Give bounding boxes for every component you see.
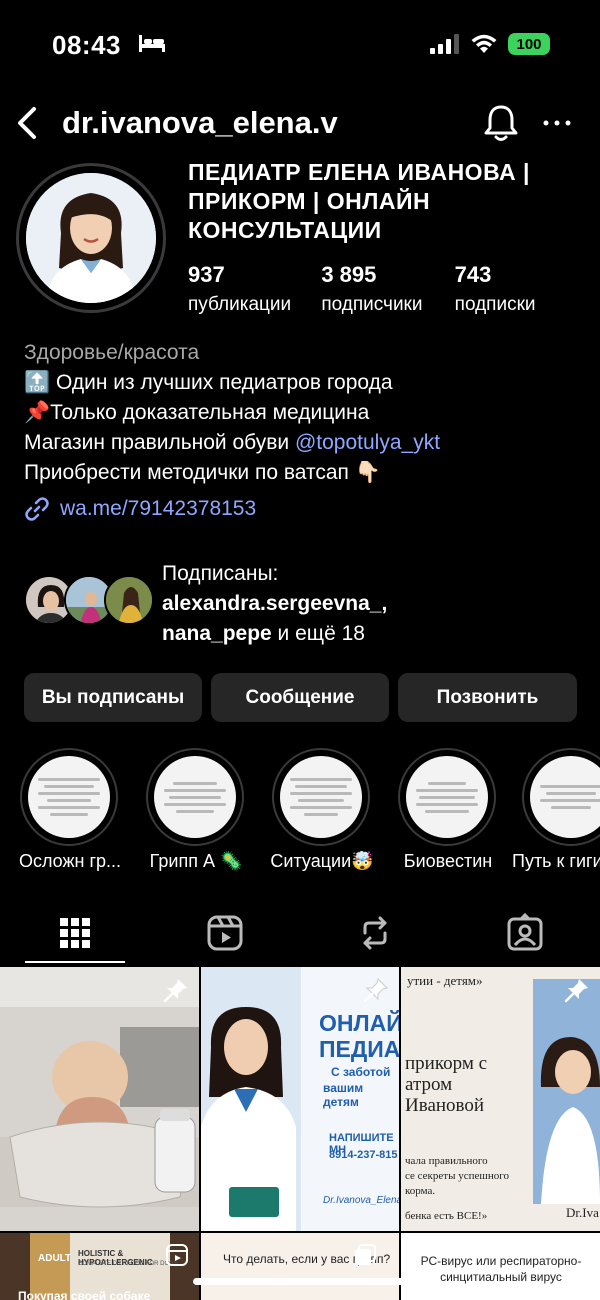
- status-time: 08:43: [52, 30, 121, 60]
- bio-line-shop: Магазин правильной обуви @topotulya_ykt: [24, 428, 594, 458]
- post-line: Покупая своей собаке: [18, 1289, 151, 1300]
- followed-by-prefix: Подписаны:: [162, 562, 279, 585]
- highlight-item[interactable]: Биовестин: [398, 748, 498, 871]
- bell-icon[interactable]: [483, 103, 519, 143]
- post-caption: РС-вирус или респираторно-синцитиальный …: [420, 1254, 582, 1284]
- post-line: утии - детям»: [407, 973, 483, 988]
- highlight-label: Ситуации🤯: [270, 851, 374, 871]
- battery-indicator: 100: [508, 33, 550, 55]
- wifi-icon: [471, 34, 497, 53]
- post-line: Ивановой: [405, 1095, 485, 1116]
- profile-stats: 937 публикации 3 895 подписчики 743 подп…: [188, 262, 588, 316]
- stat-following-value: 743: [454, 262, 492, 287]
- stat-posts-value: 937: [188, 262, 225, 287]
- repost-icon[interactable]: [355, 913, 395, 953]
- post-title: ОНЛАЙН ПЕДИАТ: [319, 1010, 399, 1062]
- highlight-item[interactable]: Грипп А 🦠: [146, 748, 246, 871]
- followed-by[interactable]: Подписаны: alexandra.sergeevna_, nana_pe…: [24, 557, 594, 647]
- followed-by-suffix: и ещё 18: [271, 622, 365, 645]
- profile-actions: Вы подписаны Сообщение Позвонить: [24, 673, 578, 722]
- pinned-icon: [163, 979, 187, 1003]
- stat-following[interactable]: 743 подписки: [455, 262, 588, 316]
- bio-line: 📌Только доказательная медицина: [24, 401, 370, 424]
- bio-line: Приобрести методички по ватсап 👇🏻: [24, 461, 381, 484]
- highlight-cover: [272, 748, 370, 846]
- post-line: корма.: [405, 1185, 436, 1197]
- highlight-item[interactable]: Ситуации🤯: [270, 748, 374, 871]
- active-tab-indicator: [25, 961, 125, 963]
- sleep-mode-icon: [139, 35, 165, 52]
- pinned-icon: [363, 978, 388, 1003]
- more-options-icon[interactable]: [540, 103, 574, 143]
- link-icon: [25, 497, 49, 521]
- avatar-photo: [26, 173, 156, 303]
- profile-username: dr.ivanova_elena.v: [62, 105, 338, 140]
- post-line: COMPLETE DRY FOOD FOR DOGS: [78, 1261, 178, 1267]
- highlight-label: Биовестин: [403, 851, 493, 871]
- back-arrow-icon[interactable]: [12, 105, 42, 141]
- stat-followers[interactable]: 3 895 подписчики: [321, 262, 454, 316]
- post-line: Dr.Ivanova_Elena.: [323, 1195, 399, 1206]
- post-thumbnail[interactable]: утии - детям» прикорм с атром Ивановой ч…: [401, 967, 600, 1231]
- bio-line-text: Магазин правильной обуви: [24, 431, 295, 454]
- pinned-icon: [564, 979, 588, 1003]
- profile-category: Здоровье/красота: [24, 341, 200, 364]
- followed-by-text: Подписаны: alexandra.sergeevna_, nana_pe…: [162, 559, 387, 649]
- reel-icon: [166, 1244, 188, 1266]
- highlight-cover: [522, 748, 600, 846]
- followed-by-names-2: nana_pepe: [162, 622, 272, 645]
- highlight-label: Грипп А 🦠: [149, 851, 243, 871]
- following-button[interactable]: Вы подписаны: [24, 673, 202, 722]
- post-line: С заботой: [331, 1065, 391, 1079]
- reels-icon[interactable]: [205, 913, 245, 953]
- status-bar: 08:43 100: [0, 0, 600, 90]
- profile-link-text[interactable]: wa.me/79142378153: [60, 497, 256, 521]
- grid-icon[interactable]: [55, 913, 95, 953]
- followed-by-names: alexandra.sergeevna_,: [162, 592, 388, 615]
- post-line: чала правильного: [405, 1155, 488, 1167]
- profile-link[interactable]: wa.me/79142378153: [24, 496, 256, 522]
- profile-tabs: [0, 905, 600, 965]
- stat-posts[interactable]: 937 публикации: [188, 262, 321, 316]
- follower-avatar: [104, 575, 154, 625]
- bio-mention-link[interactable]: @topotulya_ykt: [295, 431, 440, 454]
- highlight-label: Осложн гр...: [18, 851, 122, 871]
- stat-followers-label: подписчики: [321, 294, 423, 315]
- post-thumbnail[interactable]: [0, 967, 199, 1231]
- highlight-item[interactable]: Осложн гр...: [19, 748, 121, 871]
- profile-avatar[interactable]: [16, 163, 166, 313]
- stat-following-label: подписки: [454, 294, 536, 315]
- profile-header: dr.ivanova_elena.v: [0, 95, 600, 155]
- call-button[interactable]: Позвонить: [398, 673, 577, 722]
- stat-followers-value: 3 895: [321, 262, 377, 287]
- carousel-icon: [355, 1244, 376, 1265]
- post-thumbnail[interactable]: Что делать, если у вас грипп?: [201, 1233, 399, 1300]
- highlight-cover: [398, 748, 496, 846]
- highlight-cover: [20, 748, 118, 846]
- post-line: вашим детям: [323, 1081, 364, 1109]
- story-highlights: Осложн гр... Грипп А 🦠 Ситуации🤯 Биовест…: [0, 748, 600, 878]
- profile-display-name: ПЕДИАТР ЕЛЕНА ИВАНОВА | ПРИКОРМ | ОНЛАЙН…: [188, 159, 530, 243]
- post-thumbnail[interactable]: РС-вирус или респираторно-синцитиальный …: [401, 1233, 600, 1300]
- post-line: бенка есть ВСЕ!»: [405, 1210, 488, 1222]
- tagged-icon[interactable]: [505, 913, 545, 953]
- home-indicator[interactable]: [193, 1278, 407, 1285]
- post-line: 8914-237-815: [329, 1149, 398, 1161]
- stat-posts-label: публикации: [188, 294, 292, 315]
- post-thumbnail[interactable]: ОНЛАЙН ПЕДИАТ С заботой вашим детям НАПИ…: [201, 967, 399, 1231]
- highlight-item[interactable]: Путь к гиги...: [512, 748, 600, 871]
- post-line: Dr.Iva: [566, 1205, 599, 1220]
- profile-bio: Здоровье/красота 🔝 Один из лучших педиат…: [24, 338, 594, 488]
- message-button[interactable]: Сообщение: [211, 673, 389, 722]
- post-line: атром: [405, 1074, 453, 1095]
- highlight-label: Путь к гиги...: [512, 851, 600, 871]
- post-thumbnail[interactable]: ADULT HOLISTIC & HYPOALLERGENIC COMPLETE…: [0, 1233, 199, 1300]
- highlight-cover: [146, 748, 244, 846]
- post-line: се секреты успешного: [405, 1170, 509, 1182]
- post-line: ADULT: [38, 1253, 72, 1264]
- post-line: прикорм с: [405, 1053, 488, 1074]
- cellular-signal-icon: [430, 34, 459, 54]
- bio-line: 🔝 Один из лучших педиатров города: [24, 371, 393, 394]
